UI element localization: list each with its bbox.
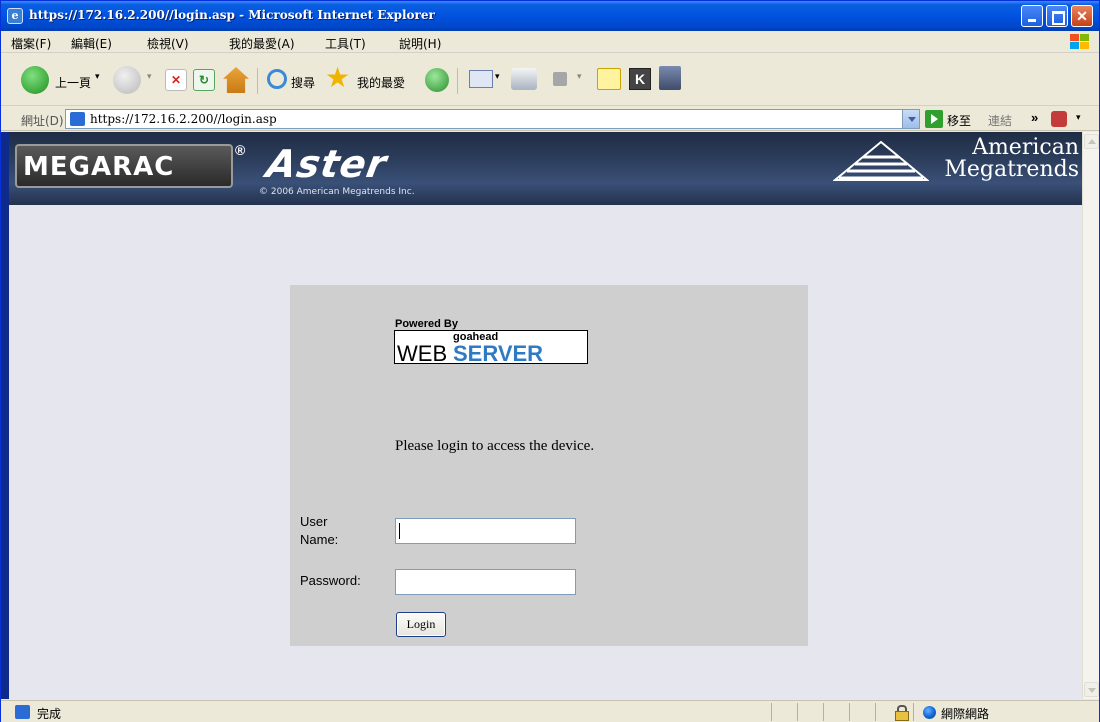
history-icon[interactable] [425,68,449,92]
forward-dropdown-icon[interactable]: ▾ [147,72,152,82]
refresh-icon[interactable]: ↻ [193,69,215,91]
mail-dropdown-icon[interactable]: ▾ [495,72,500,82]
links-chevron-icon[interactable]: » [1031,110,1038,125]
scroll-up-icon[interactable] [1084,134,1099,149]
home-icon[interactable] [223,67,249,93]
address-label: 網址(D) [21,114,64,128]
go-arrow-icon[interactable] [925,110,943,128]
password-field[interactable] [395,569,576,595]
login-button[interactable]: Login [396,612,446,637]
ami-pyramid-icon [833,140,929,181]
favorites-label[interactable]: 我的最愛 [357,74,405,91]
search-icon[interactable] [267,69,287,89]
maximize-icon [1047,6,1067,26]
powered-by-label: Powered By [395,318,458,330]
login-panel: Powered By goahead WEB SERVER Please log… [290,285,808,646]
product-name: Aster [263,142,391,186]
registered-mark: ® [235,142,246,158]
megarac-text: MEGARAC [23,152,175,182]
menu-bar: 檔案(F) 編輯(E) 檢視(V) 我的最愛(A) 工具(T) 說明(H) [1,31,1099,53]
search-label[interactable]: 搜尋 [291,74,315,91]
webserver-logo: goahead WEB SERVER [394,330,588,366]
page-done-icon [15,705,30,719]
megarac-logo: MEGARAC [15,144,233,188]
window-frame-left [1,132,9,699]
login-message: Please login to access the device. [395,438,595,454]
messenger-icon[interactable] [659,66,681,90]
window-title: https://172.16.2.200//login.asp - Micros… [29,8,435,22]
back-label[interactable]: 上一頁 [55,74,91,91]
translate-dropdown-icon[interactable]: ▾ [1076,112,1081,123]
vertical-scrollbar[interactable] [1082,132,1099,699]
menu-help[interactable]: 說明(H) [399,35,441,52]
company-line1: American [972,135,1079,160]
menu-view[interactable]: 檢視(V) [147,35,189,52]
address-dropdown-icon[interactable] [902,110,919,128]
address-input[interactable]: https://172.16.2.200//login.asp [65,109,920,129]
edit-dropdown-icon[interactable]: ▾ [577,72,582,82]
header-banner: MEGARAC ® Aster © 2006 American Megatren… [9,132,1082,205]
lock-icon [895,705,909,721]
status-text: 完成 [37,707,62,721]
menu-file[interactable]: 檔案(F) [11,35,51,52]
server-text: SERVER [453,341,544,366]
minimize-icon [1022,6,1042,26]
print-icon[interactable] [511,68,537,90]
ie-icon: e [7,8,23,24]
page-viewport: MEGARAC ® Aster © 2006 American Megatren… [9,132,1082,699]
translate-icon[interactable] [1051,111,1067,127]
go-button[interactable]: 移至 [947,112,971,129]
toolbar: 上一頁 ▾ ▾ ✕ ↻ 搜尋 ★ 我的最愛 ▾ ▾ K [1,54,1099,106]
note-icon[interactable] [597,68,621,90]
menu-edit[interactable]: 編輯(E) [71,35,112,52]
menu-favorites[interactable]: 我的最愛(A) [229,35,295,52]
maximize-button[interactable] [1046,5,1068,27]
username-field[interactable] [395,518,576,544]
security-zone: 網際網路 [941,707,990,721]
windows-logo-icon [1069,33,1091,51]
company-line2: Megatrends [944,157,1079,182]
mail-icon[interactable] [469,70,493,88]
stop-icon[interactable]: ✕ [165,69,187,91]
company-name: American Megatrends [933,137,1079,181]
address-url[interactable]: https://172.16.2.200//login.asp [90,112,277,126]
address-bar: 網址(D) https://172.16.2.200//login.asp 移至… [1,107,1099,131]
scroll-down-icon[interactable] [1084,682,1099,697]
password-label: Password: [300,573,361,588]
copyright-text: © 2006 American Megatrends Inc. [259,187,415,197]
minimize-button[interactable] [1021,5,1043,27]
status-bar: 完成 網際網路 [1,700,1099,722]
close-icon: ✕ [1076,8,1088,24]
page-icon [70,112,85,126]
web-text: WEB [397,341,448,366]
close-button[interactable]: ✕ [1071,5,1093,27]
links-label[interactable]: 連結 [988,112,1012,129]
username-label: User Name: [300,514,339,547]
back-dropdown-icon[interactable]: ▾ [95,72,100,82]
forward-arrow-icon[interactable] [113,66,141,94]
k-toolbar-icon[interactable]: K [629,68,651,90]
browser-window: e https://172.16.2.200//login.asp - Micr… [0,0,1100,722]
menu-tools[interactable]: 工具(T) [325,35,366,52]
title-bar: e https://172.16.2.200//login.asp - Micr… [1,1,1099,31]
edit-icon[interactable] [553,72,567,86]
favorites-star-icon[interactable]: ★ [325,64,350,92]
back-arrow-icon[interactable] [21,66,49,94]
text-caret [399,523,400,539]
globe-icon [923,706,936,719]
